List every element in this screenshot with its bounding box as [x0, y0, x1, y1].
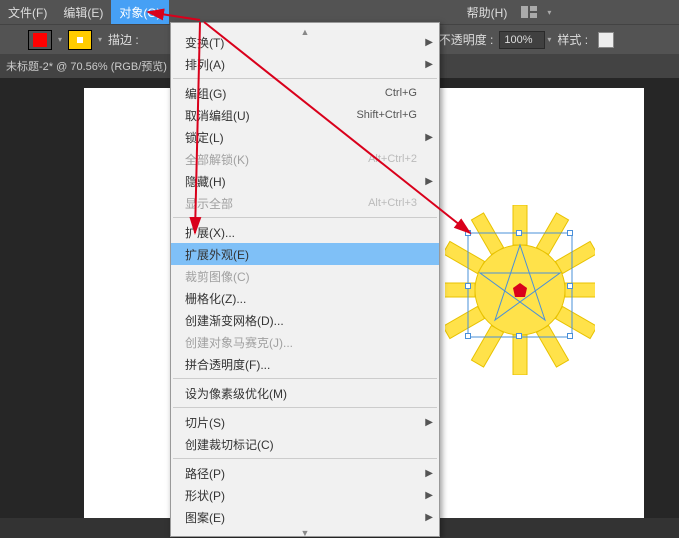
menu-item-hide[interactable]: 隐藏(H)▶: [171, 170, 439, 192]
fill-swatch[interactable]: [28, 30, 52, 50]
menu-object[interactable]: 对象(O): [111, 0, 168, 24]
menu-item-expand[interactable]: 扩展(X)...: [171, 221, 439, 243]
document-tab[interactable]: 未标题-2* @ 70.56% (RGB/预览): [6, 58, 167, 74]
menu-item-trim-marks[interactable]: 创建裁切标记(C): [171, 433, 439, 455]
opacity-label: 不透明度 :: [439, 31, 494, 48]
menu-item-transform[interactable]: 变换(T)▶: [171, 31, 439, 53]
menu-item-flatten-transparency[interactable]: 拼合透明度(F)...: [171, 353, 439, 375]
menu-item-slice[interactable]: 切片(S)▶: [171, 411, 439, 433]
menu-item-pixel-perfect[interactable]: 设为像素级优化(M): [171, 382, 439, 404]
menu-bar: 文件(F) 编辑(E) 对象(O) 帮助(H) ▾: [0, 0, 679, 24]
menu-item-expand-appearance[interactable]: 扩展外观(E): [171, 243, 439, 265]
menu-item-gradient-mesh[interactable]: 创建渐变网格(D)...: [171, 309, 439, 331]
menu-item-crop-image: 裁剪图像(C): [171, 265, 439, 287]
style-swatch[interactable]: [598, 32, 614, 48]
menu-item-pattern[interactable]: 图案(E)▶: [171, 506, 439, 528]
stroke-label: 描边 :: [108, 31, 139, 48]
menu-item-arrange[interactable]: 排列(A)▶: [171, 53, 439, 75]
workspace-switcher-icon[interactable]: [519, 4, 541, 20]
menu-item-object-mosaic: 创建对象马赛克(J)...: [171, 331, 439, 353]
selection-handle[interactable]: [567, 333, 573, 339]
chevron-down-icon[interactable]: ▾: [98, 35, 102, 44]
menu-item-unlock-all: 全部解锁(K)Alt+Ctrl+2: [171, 148, 439, 170]
menu-item-group[interactable]: 编组(G)Ctrl+G: [171, 82, 439, 104]
selection-handle[interactable]: [465, 333, 471, 339]
menu-item-rasterize[interactable]: 栅格化(Z)...: [171, 287, 439, 309]
chevron-down-icon[interactable]: ▾: [58, 35, 62, 44]
chevron-down-icon[interactable]: ▾: [547, 35, 551, 44]
opacity-input[interactable]: 100%: [499, 31, 545, 49]
chevron-down-icon: ▾: [547, 8, 551, 17]
selection-handle[interactable]: [465, 283, 471, 289]
selection-handle[interactable]: [516, 230, 522, 236]
menu-item-lock[interactable]: 锁定(L)▶: [171, 126, 439, 148]
object-menu-dropdown: ▲ 变换(T)▶ 排列(A)▶ 编组(G)Ctrl+G 取消编组(U)Shift…: [170, 22, 440, 537]
menu-item-show-all: 显示全部Alt+Ctrl+3: [171, 192, 439, 214]
selection-handle[interactable]: [516, 333, 522, 339]
menu-edit[interactable]: 编辑(E): [55, 0, 111, 24]
menu-item-shape[interactable]: 形状(P)▶: [171, 484, 439, 506]
menu-item-path[interactable]: 路径(P)▶: [171, 462, 439, 484]
selection-handle[interactable]: [567, 283, 573, 289]
selection-handle[interactable]: [465, 230, 471, 236]
stroke-swatch[interactable]: [68, 30, 92, 50]
selection-handle[interactable]: [567, 230, 573, 236]
menu-file[interactable]: 文件(F): [0, 0, 55, 24]
menu-help[interactable]: 帮助(H): [459, 0, 516, 24]
style-label: 样式 :: [557, 31, 588, 48]
menu-item-ungroup[interactable]: 取消编组(U)Shift+Ctrl+G: [171, 104, 439, 126]
selected-artwork[interactable]: [445, 205, 595, 375]
